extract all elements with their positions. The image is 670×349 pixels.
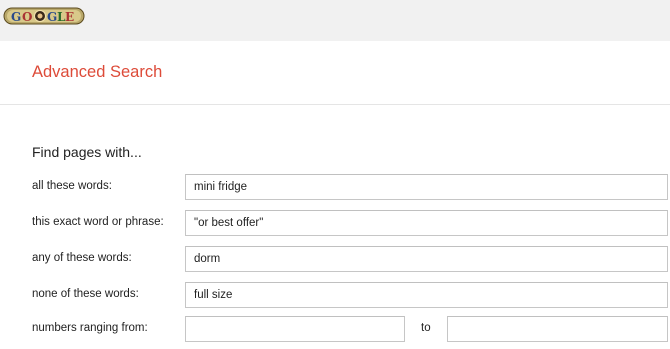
top-bar: G O G L E: [0, 0, 670, 41]
label-any-of-these-words: any of these words:: [32, 252, 132, 264]
label-all-these-words: all these words:: [32, 180, 112, 192]
svg-text:G: G: [47, 10, 57, 24]
svg-text:G: G: [11, 10, 21, 24]
svg-text:O: O: [22, 10, 32, 24]
none-of-these-words-input[interactable]: [185, 282, 668, 308]
title-row: Advanced Search: [0, 41, 670, 105]
svg-text:E: E: [65, 10, 74, 24]
number-range-from-input[interactable]: [185, 316, 405, 342]
label-numbers-ranging: numbers ranging from:: [32, 322, 148, 334]
all-these-words-input[interactable]: [185, 174, 668, 200]
number-range-to-input[interactable]: [447, 316, 668, 342]
google-doodle-logo[interactable]: G O G L E: [3, 6, 85, 26]
exact-phrase-input[interactable]: [185, 210, 668, 236]
page-title: Advanced Search: [32, 63, 163, 81]
label-exact-phrase: this exact word or phrase:: [32, 216, 164, 228]
section-heading: Find pages with...: [32, 144, 142, 160]
label-none-of-these-words: none of these words:: [32, 288, 139, 300]
any-of-these-words-input[interactable]: [185, 246, 668, 272]
range-to-label: to: [421, 322, 431, 334]
